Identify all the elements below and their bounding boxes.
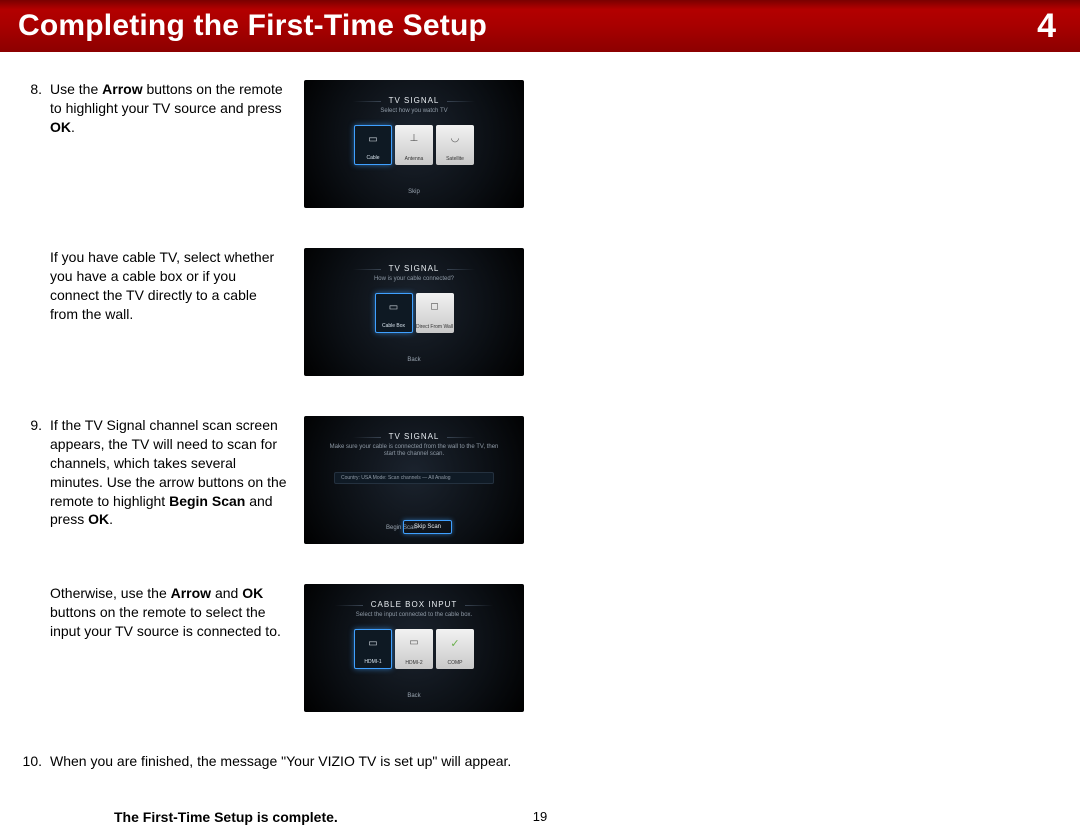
step-text: When you are finished, the message "Your…	[50, 752, 550, 771]
step-10: 10. When you are finished, the message "…	[20, 752, 560, 771]
hdmi-icon: ▭	[409, 637, 418, 648]
tv-tile-hdmi2: ▭HDMI-2	[395, 629, 433, 669]
step-number: 9.	[20, 416, 42, 529]
tv-dropdown: Country: USA Mode: Scan channels — All A…	[334, 472, 494, 484]
chapter-header: Completing the First-Time Setup 4	[0, 0, 1080, 52]
tv-nav-back: Back	[397, 354, 430, 366]
step-8-sub: If you have cable TV, select whether you…	[20, 248, 560, 376]
step-number: 8.	[20, 80, 42, 137]
tv-tiles: ▭HDMI-1 ▭HDMI-2 ✓COMP	[354, 629, 474, 669]
tv-title: TV SIGNAL	[389, 264, 440, 273]
tv-tile-satellite: ◡Satellite	[436, 125, 474, 165]
step-text: If the TV Signal channel scan screen app…	[50, 416, 288, 529]
tv-title: TV SIGNAL	[389, 432, 440, 441]
page-content: 8. Use the Arrow buttons on the remote t…	[0, 52, 580, 835]
satellite-icon: ◡	[451, 133, 460, 144]
hdmi-icon: ▭	[368, 638, 377, 649]
page-number: 19	[533, 809, 547, 824]
tv-screenshot-cable-connect: TV SIGNAL How is your cable connected? ▭…	[304, 248, 524, 376]
cablebox-icon: ▭	[389, 302, 398, 313]
tv-subtitle: How is your cable connected?	[374, 276, 454, 283]
step-number: 10.	[20, 752, 42, 771]
tv-tile-wall: ◻Direct From Wall	[416, 293, 454, 333]
chapter-title: Completing the First-Time Setup	[18, 9, 487, 43]
tv-title: CABLE BOX INPUT	[371, 600, 458, 609]
step-9: 9. If the TV Signal channel scan screen …	[20, 416, 560, 544]
tv-tile-hdmi1: ▭HDMI-1	[354, 629, 392, 669]
tv-subtitle: Make sure your cable is connected from t…	[324, 444, 504, 458]
tv-screenshot-channel-scan: TV SIGNAL Make sure your cable is connec…	[304, 416, 524, 544]
chapter-number: 4	[1037, 7, 1056, 46]
wall-icon: ◻	[430, 301, 438, 312]
tv-tiles: ▭Cable ⊥Antenna ◡Satellite	[354, 125, 474, 165]
tv-screenshot-cable-box-input: CABLE BOX INPUT Select the input connect…	[304, 584, 524, 712]
tv-nav-skip-scan: Skip Scan	[403, 520, 452, 534]
tv-title: TV SIGNAL	[389, 96, 440, 105]
sub-text: If you have cable TV, select whether you…	[50, 248, 288, 324]
tv-nav-back: Back	[397, 690, 430, 702]
tv-nav-skip: Skip	[398, 186, 430, 198]
cable-icon: ▭	[368, 134, 377, 145]
check-icon: ✓	[450, 637, 459, 650]
tv-subtitle: Select the input connected to the cable …	[356, 612, 472, 619]
tv-tile-antenna: ⊥Antenna	[395, 125, 433, 165]
step-9-sub: Otherwise, use the Arrow and OK buttons …	[20, 584, 560, 712]
tv-tile-comp: ✓COMP	[436, 629, 474, 669]
antenna-icon: ⊥	[410, 133, 419, 144]
step-text: Use the Arrow buttons on the remote to h…	[50, 80, 288, 137]
tv-tile-cablebox: ▭Cable Box	[375, 293, 413, 333]
tv-subtitle: Select how you watch TV	[380, 108, 447, 115]
tv-tile-cable: ▭Cable	[354, 125, 392, 165]
tv-tiles: ▭Cable Box ◻Direct From Wall	[375, 293, 454, 333]
step-8: 8. Use the Arrow buttons on the remote t…	[20, 80, 560, 208]
tv-screenshot-signal-source: TV SIGNAL Select how you watch TV ▭Cable…	[304, 80, 524, 208]
completion-line: The First-Time Setup is complete.	[114, 809, 560, 825]
sub-text: Otherwise, use the Arrow and OK buttons …	[50, 584, 288, 641]
